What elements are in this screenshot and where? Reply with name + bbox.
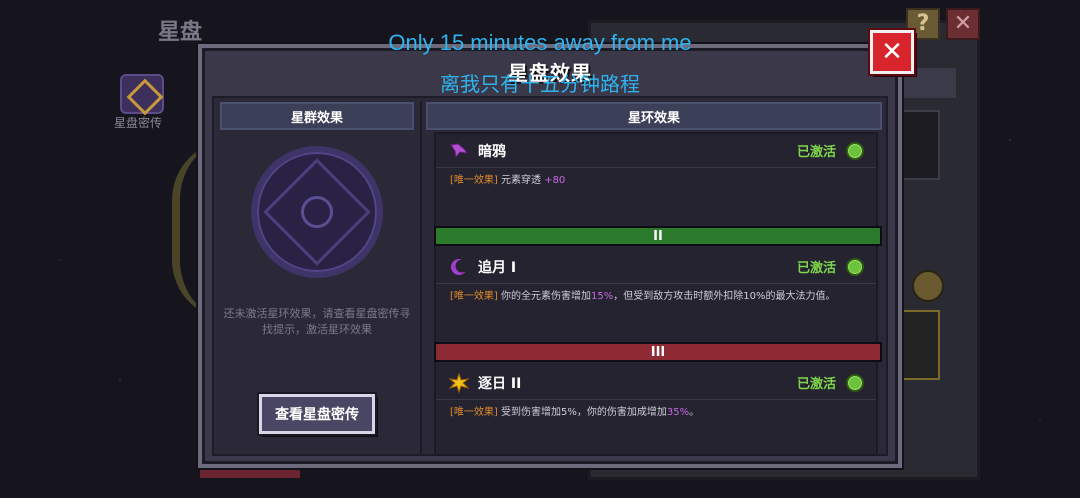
- astrolabe-emblem-icon: [251, 146, 383, 278]
- constellation-effects-header: 星群效果: [220, 102, 414, 130]
- ring-name: 逐日 II: [478, 375, 522, 392]
- effect-description: 。: [689, 407, 700, 418]
- effect-description: ，但受到敌方攻击时额外扣除10%的最大法力值。: [613, 291, 836, 302]
- background-badge-icon: [912, 270, 944, 302]
- active-indicator-icon: [846, 373, 864, 392]
- effect-value: +80: [544, 175, 566, 186]
- ring-name: 暗鸦: [478, 143, 506, 160]
- astrolabe-core: [301, 196, 333, 228]
- tier-bar-2: II: [434, 226, 882, 246]
- view-astrolabe-lore-button[interactable]: 查看星盘密传: [259, 394, 375, 434]
- dialog-body: 星群效果 还未激活星环效果，请查看星盘密传寻找提示，激活星环效果 查看星盘密传 …: [212, 96, 888, 456]
- ring-row-chasing-sun: 逐日 II 已激活: [436, 366, 876, 400]
- effect-description: 你的全元素伤害增加: [501, 291, 591, 302]
- ring-effects-header: 星环效果: [426, 102, 882, 130]
- active-indicator-icon: [846, 257, 864, 276]
- ring-row-dark-crow: 暗鸦 已激活: [436, 134, 876, 168]
- ring-effect-text: [唯一效果] 受到伤害增加5%，你的伤害加成增加35%。: [450, 406, 870, 419]
- ring-status: 已激活: [796, 377, 836, 392]
- column-divider: [420, 102, 422, 454]
- tier-bar-3: III: [434, 342, 882, 362]
- background-slot: [900, 110, 940, 180]
- ring-status: 已激活: [796, 145, 836, 160]
- effect-value: 35%: [666, 407, 690, 418]
- unique-effect-tag: [唯一效果]: [450, 407, 498, 418]
- ring-status: 已激活: [796, 261, 836, 276]
- effect-value: 15%: [591, 291, 614, 302]
- ring-name: 追月 I: [478, 259, 517, 276]
- sun-icon: [448, 372, 470, 394]
- unique-effect-tag: [唯一效果]: [450, 291, 498, 302]
- inactive-hint-text: 还未激活星环效果，请查看星盘密传寻找提示，激活星环效果: [223, 307, 411, 336]
- ring-effects-list[interactable]: 暗鸦 已激活 [唯一效果] 元素穿透 +80 II 追月 I 已激活 [唯一效果…: [434, 132, 882, 456]
- ring-row-chasing-moon: 追月 I 已激活: [436, 250, 876, 284]
- active-indicator-icon: [846, 141, 864, 160]
- astrolabe-effects-dialog: 星盘效果 星群效果 还未激活星环效果，请查看星盘密传寻找提示，激活星环效果 查看…: [198, 44, 902, 468]
- crow-icon: [448, 140, 470, 162]
- astrolabe-lore-label: 星盘密传: [114, 116, 163, 130]
- caption-english: Only 15 minutes away from me: [388, 30, 692, 55]
- ring-effect-text: [唯一效果] 你的全元素伤害增加15%，但受到敌方攻击时额外扣除10%的最大法力…: [450, 290, 870, 303]
- ring-effect-text: [唯一效果] 元素穿透 +80: [450, 174, 870, 187]
- effect-description: 元素穿透: [501, 175, 541, 186]
- caption-chinese: 离我只有十五分钟路程: [440, 72, 640, 96]
- ring-effects-panel: 星环效果 暗鸦 已激活 [唯一效果] 元素穿透 +80 II 追月 I 已激活 …: [426, 102, 882, 456]
- crescent-icon: [448, 256, 470, 278]
- background-slot: [900, 310, 940, 380]
- constellation-effects-panel: 星群效果 还未激活星环效果，请查看星盘密传寻找提示，激活星环效果 查看星盘密传: [220, 102, 414, 454]
- unique-effect-tag: [唯一效果]: [450, 175, 498, 186]
- effect-description: 受到伤害增加5%，你的伤害加成增加: [501, 407, 667, 418]
